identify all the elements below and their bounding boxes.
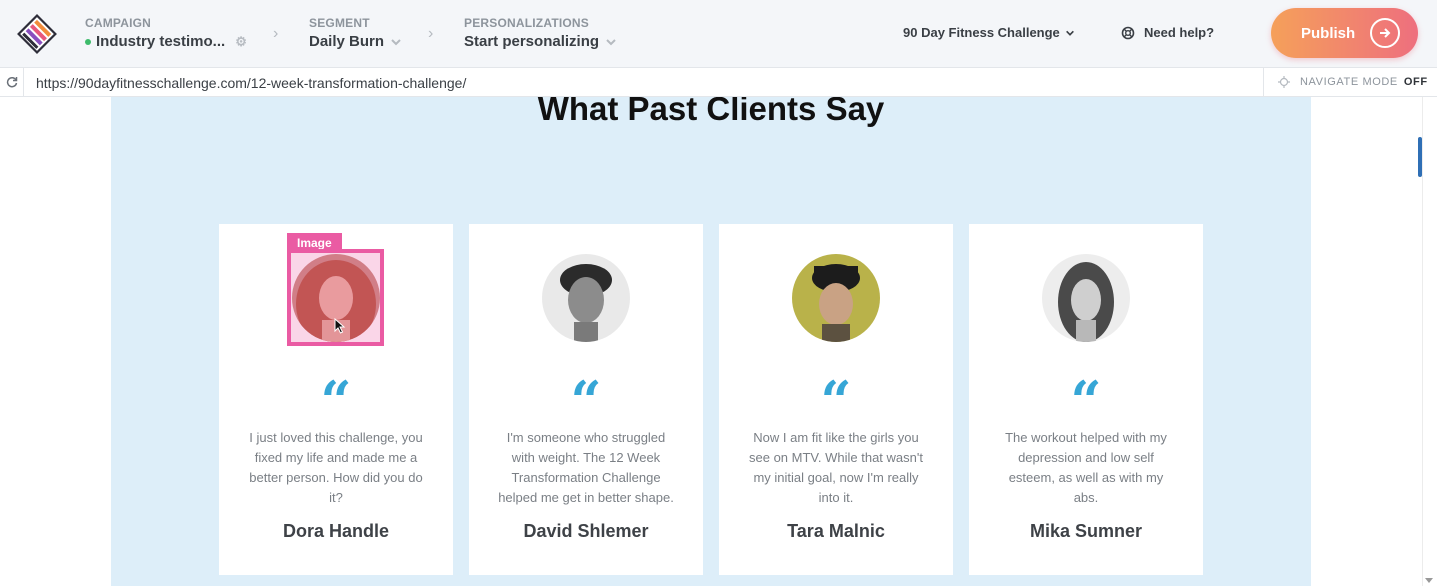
navigate-mode-toggle[interactable]: NAVIGATE MODE OFF bbox=[1263, 68, 1437, 96]
testimonial-quote[interactable]: Now I am fit like the girls you see on M… bbox=[747, 428, 925, 508]
scrollbar-thumb[interactable] bbox=[1418, 137, 1422, 177]
campaign-selector-label: 90 Day Fitness Challenge bbox=[903, 25, 1060, 40]
page-preview: What Past Clients Say “ I just loved thi… bbox=[0, 97, 1437, 586]
section-title[interactable]: What Past Clients Say bbox=[111, 97, 1311, 128]
navigate-mode-state: OFF bbox=[1403, 76, 1428, 88]
testimonial-card[interactable]: “ I'm someone who struggled with weight.… bbox=[469, 224, 703, 575]
chevron-right-icon: › bbox=[273, 25, 279, 42]
personalizations-value: Start personalizing bbox=[464, 33, 600, 50]
lifebuoy-icon bbox=[1121, 26, 1135, 39]
client-name[interactable]: Dora Handle bbox=[219, 521, 453, 542]
crosshair-icon bbox=[1278, 76, 1290, 88]
avatar[interactable] bbox=[542, 254, 630, 342]
scrollbar[interactable] bbox=[1422, 97, 1437, 586]
quote-icon: “ bbox=[1070, 369, 1102, 433]
chevron-down-icon bbox=[1065, 30, 1074, 36]
url-bar: https://90dayfitnesschallenge.com/12-wee… bbox=[0, 68, 1437, 97]
arrow-right-circle-icon bbox=[1370, 18, 1400, 48]
quote-icon: “ bbox=[320, 369, 352, 433]
help-link[interactable]: Need help? bbox=[1121, 25, 1214, 40]
chevron-down-icon bbox=[391, 38, 401, 45]
url-input[interactable]: https://90dayfitnesschallenge.com/12-wee… bbox=[36, 75, 466, 91]
campaign-label: CAMPAIGN bbox=[85, 16, 152, 30]
testimonial-quote[interactable]: I just loved this challenge, you fixed m… bbox=[247, 428, 425, 508]
personalizations-label: PERSONALIZATIONS bbox=[464, 16, 589, 30]
top-bar: CAMPAIGN Industry testimo... ⚙ › SEGMENT… bbox=[0, 0, 1437, 68]
quote-icon: “ bbox=[820, 369, 852, 433]
status-dot bbox=[85, 38, 91, 45]
testimonial-card[interactable]: “ Now I am fit like the girls you see on… bbox=[719, 224, 953, 575]
testimonial-quote[interactable]: The workout helped with my depression an… bbox=[997, 428, 1175, 508]
refresh-icon[interactable] bbox=[0, 68, 24, 96]
segment-label: SEGMENT bbox=[309, 16, 370, 30]
breadcrumb-segment[interactable]: SEGMENT Daily Burn bbox=[309, 16, 402, 50]
quote-icon: “ bbox=[570, 369, 602, 433]
client-name[interactable]: Tara Malnic bbox=[719, 521, 953, 542]
segment-name: Daily Burn bbox=[309, 33, 385, 50]
client-name[interactable]: Mika Sumner bbox=[969, 521, 1203, 542]
publish-button[interactable]: Publish bbox=[1271, 8, 1418, 58]
testimonial-quote[interactable]: I'm someone who struggled with weight. T… bbox=[497, 428, 675, 508]
app-logo-icon[interactable] bbox=[17, 14, 57, 54]
avatar[interactable] bbox=[792, 254, 880, 342]
gear-icon[interactable]: ⚙ bbox=[235, 34, 247, 50]
mouse-cursor-icon bbox=[334, 317, 346, 339]
scroll-down-icon[interactable] bbox=[1425, 578, 1433, 583]
navigate-mode-label: NAVIGATE MODE bbox=[1300, 76, 1398, 88]
client-name[interactable]: David Shlemer bbox=[469, 521, 703, 542]
breadcrumb-personalizations[interactable]: PERSONALIZATIONS Start personalizing bbox=[464, 16, 617, 50]
campaign-name: Industry testimo... bbox=[96, 33, 226, 50]
chevron-down-icon bbox=[606, 38, 616, 45]
publish-label: Publish bbox=[1301, 24, 1356, 42]
chevron-right-icon: › bbox=[428, 25, 434, 42]
breadcrumb-campaign[interactable]: CAMPAIGN Industry testimo... ⚙ bbox=[85, 16, 247, 50]
help-label: Need help? bbox=[1144, 25, 1215, 40]
avatar[interactable] bbox=[1042, 254, 1130, 342]
campaign-selector-dropdown[interactable]: 90 Day Fitness Challenge bbox=[903, 25, 1075, 40]
testimonial-card[interactable]: “ The workout helped with my depression … bbox=[969, 224, 1203, 575]
